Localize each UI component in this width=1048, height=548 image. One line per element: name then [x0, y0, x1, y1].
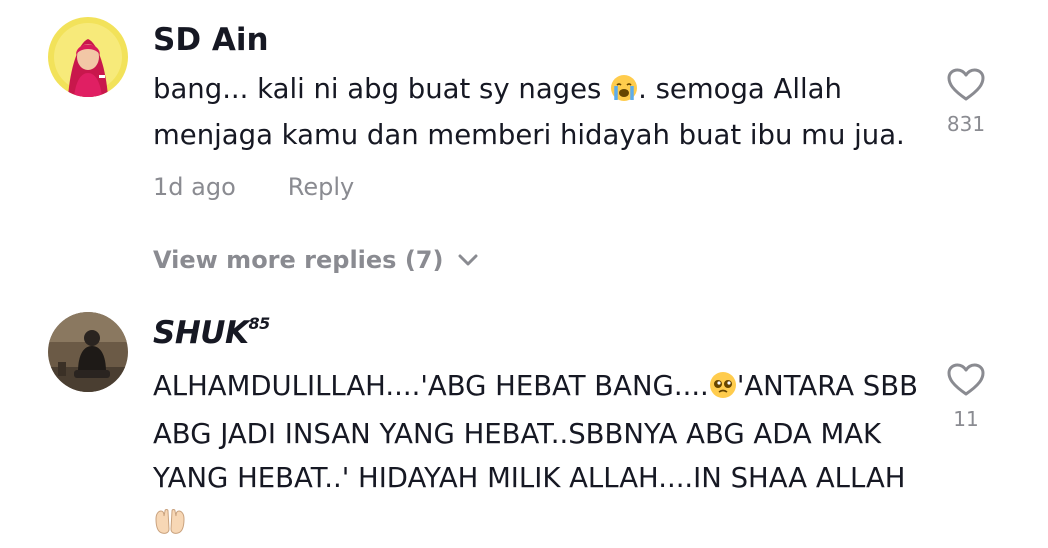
palms-up-together-icon — [153, 504, 187, 548]
heart-icon — [947, 363, 985, 396]
comment-text: ALHAMDULILLAH....'ABG HEBAT BANG.... 'ANT… — [153, 364, 933, 548]
like-count: 831 — [946, 112, 986, 136]
username-superscript: 85 — [248, 314, 270, 333]
avatar-image — [48, 17, 128, 97]
comment-meta: 1d ago Reply — [153, 173, 354, 201]
loudly-crying-face-icon — [610, 72, 638, 114]
like-count: 11 — [953, 407, 979, 431]
username-text: SHUK — [153, 315, 249, 351]
username[interactable]: SD Ain — [153, 22, 269, 58]
avatar[interactable] — [48, 17, 128, 97]
avatar[interactable] — [48, 312, 128, 392]
comment-text: bang... kali ni abg buat sy nages . semo… — [153, 68, 933, 156]
like-button[interactable]: 831 — [944, 68, 988, 136]
comment-text-part: bang... kali ni abg buat sy nages — [153, 73, 611, 105]
comment-item: SHUK85 ALHAMDULILLAH....'ABG HEBAT BANG.… — [0, 300, 1048, 546]
username[interactable]: SHUK85 — [153, 314, 270, 351]
avatar-image — [48, 312, 128, 392]
chevron-down-icon — [458, 254, 478, 266]
pleading-face-icon — [709, 368, 737, 412]
comment-time: 1d ago — [153, 173, 236, 201]
view-more-replies-label: View more replies (7) — [153, 246, 444, 274]
reply-button[interactable]: Reply — [288, 173, 354, 201]
heart-icon — [947, 68, 985, 101]
comment-text-part: ALHAMDULILLAH....'ABG HEBAT BANG.... — [153, 370, 709, 402]
view-more-replies-button[interactable]: View more replies (7) — [153, 246, 479, 274]
like-button[interactable]: 11 — [944, 363, 988, 431]
